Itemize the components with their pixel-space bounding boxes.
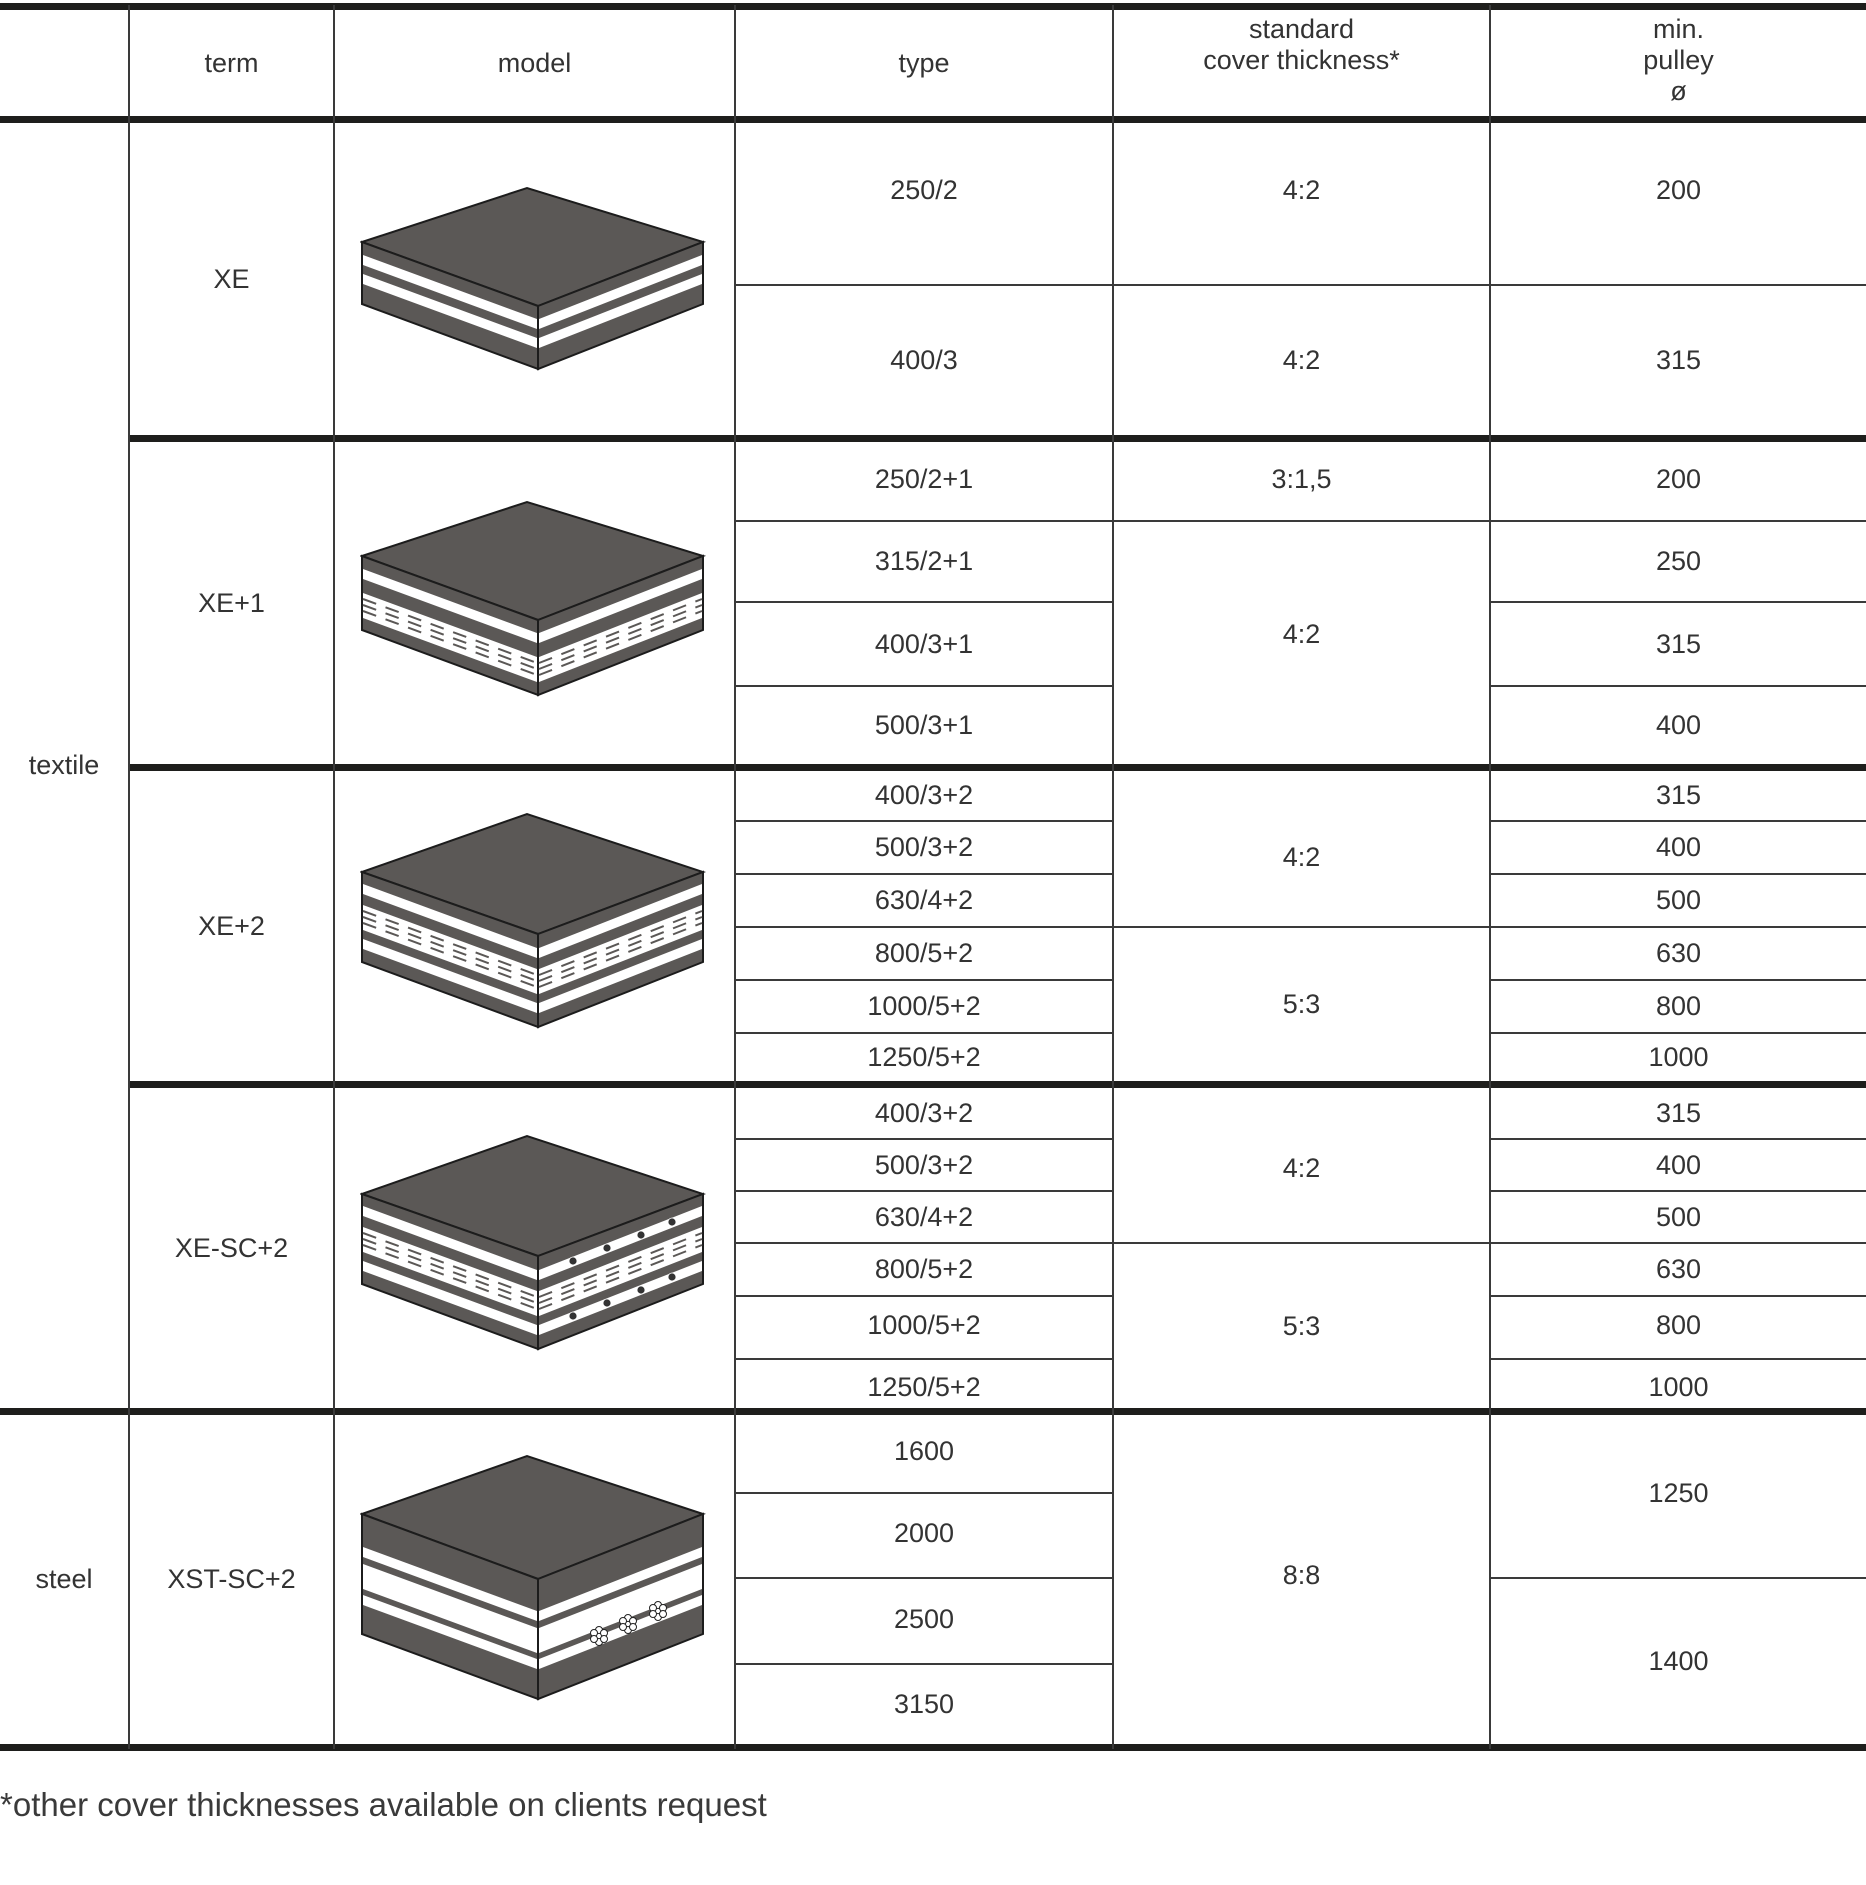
type-cell: 400/3+1 bbox=[874, 628, 974, 659]
pulley-cell: 400 bbox=[1655, 710, 1702, 740]
pulley-cell: 1000 bbox=[1648, 1042, 1709, 1072]
pulley-cell: 315 bbox=[1655, 345, 1702, 375]
header-type: type bbox=[898, 47, 950, 78]
column-divider bbox=[333, 5, 335, 1749]
pulley-cell: 400 bbox=[1655, 832, 1702, 862]
belt-ply-plus-2-breakers-icon bbox=[360, 812, 707, 1029]
header-pulley-line2: pulley bbox=[1643, 45, 1714, 75]
cover-cell: 4:2 bbox=[1282, 618, 1321, 649]
term-xe-sc-plus-2: XE-SC+2 bbox=[174, 1232, 289, 1263]
type-cell: 500/3+1 bbox=[874, 710, 974, 740]
term-xst-sc-plus-2: XST-SC+2 bbox=[167, 1564, 296, 1594]
type-cell: 500/3+2 bbox=[874, 1149, 974, 1180]
type-cell: 315/2+1 bbox=[874, 546, 974, 576]
pulley-cell: 1000 bbox=[1648, 1371, 1709, 1402]
pulley-cell: 315 bbox=[1655, 628, 1702, 659]
term-xe-plus-1: XE+1 bbox=[198, 587, 265, 618]
pulley-cell: 500 bbox=[1655, 885, 1702, 915]
cover-cell: 5:3 bbox=[1282, 1310, 1321, 1341]
belt-ply-plus-breaker-icon bbox=[360, 500, 707, 697]
pulley-cell: 315 bbox=[1655, 1097, 1702, 1128]
group-rule bbox=[129, 435, 1866, 442]
header-pulley-line1: min. bbox=[1652, 14, 1704, 44]
table-bottom-rule bbox=[0, 1744, 1866, 1751]
cover-cell: 4:2 bbox=[1282, 842, 1321, 872]
group-rule bbox=[129, 764, 1866, 771]
pulley-cell: 200 bbox=[1655, 175, 1702, 205]
header-bottom-rule bbox=[0, 116, 1866, 123]
pulley-cell: 200 bbox=[1655, 463, 1702, 494]
type-cell: 400/3+2 bbox=[874, 1097, 974, 1128]
cover-cell: 4:2 bbox=[1282, 345, 1321, 375]
type-cell: 630/4+2 bbox=[874, 885, 974, 915]
category-steel: steel bbox=[35, 1564, 93, 1594]
type-cell: 1250/5+2 bbox=[867, 1371, 981, 1402]
category-textile: textile bbox=[28, 750, 100, 780]
header-min-pulley: min. pulley ø bbox=[1491, 14, 1866, 110]
type-cell: 400/3+2 bbox=[874, 780, 974, 810]
type-cell: 2500 bbox=[893, 1603, 955, 1634]
type-cell: 3150 bbox=[893, 1689, 955, 1719]
belt-steel-cord-icon bbox=[360, 1454, 706, 1701]
type-cell: 400/3 bbox=[890, 345, 958, 375]
pulley-cell: 500 bbox=[1655, 1201, 1702, 1232]
type-cell: 800/5+2 bbox=[874, 1254, 974, 1284]
header-cover-line2: cover thickness* bbox=[1203, 45, 1400, 75]
cover-cell: 4:2 bbox=[1282, 175, 1321, 205]
cover-cell: 5:3 bbox=[1282, 989, 1321, 1019]
pulley-cell: 400 bbox=[1655, 1149, 1702, 1180]
type-cell: 1250/5+2 bbox=[867, 1042, 981, 1072]
type-cell: 800/5+2 bbox=[874, 938, 974, 968]
footnote: *other cover thicknesses available on cl… bbox=[0, 1786, 767, 1823]
cover-cell: 8:8 bbox=[1282, 1559, 1321, 1590]
header-term: term bbox=[204, 47, 259, 78]
header-cover-line1: standard bbox=[1248, 14, 1355, 44]
type-cell: 630/4+2 bbox=[874, 1201, 974, 1232]
pulley-cell: 250 bbox=[1655, 546, 1702, 576]
header-cover-thickness: standard cover thickness* bbox=[1114, 14, 1489, 75]
group-rule bbox=[129, 1081, 1866, 1088]
pulley-cell: 800 bbox=[1655, 991, 1702, 1021]
belt-2-ply-icon bbox=[360, 186, 707, 371]
table-top-rule bbox=[0, 3, 1866, 10]
pulley-cell: 1250 bbox=[1648, 1478, 1709, 1508]
cover-cell: 4:2 bbox=[1282, 1152, 1321, 1183]
type-cell: 1000/5+2 bbox=[867, 991, 981, 1021]
type-cell: 1600 bbox=[893, 1435, 955, 1466]
header-pulley-line3: ø bbox=[1670, 76, 1687, 106]
header-model: model bbox=[497, 47, 572, 78]
type-cell: 500/3+2 bbox=[874, 832, 974, 862]
term-xe-plus-2: XE+2 bbox=[198, 910, 265, 941]
belt-ply-steel-cord-breakers-icon bbox=[360, 1134, 707, 1351]
pulley-cell: 630 bbox=[1655, 938, 1702, 968]
term-xe: XE bbox=[213, 263, 250, 294]
type-cell: 250/2 bbox=[890, 175, 958, 205]
pulley-cell: 630 bbox=[1655, 1254, 1702, 1284]
pulley-cell: 800 bbox=[1655, 1309, 1702, 1340]
pulley-cell: 1400 bbox=[1648, 1646, 1709, 1676]
cover-cell: 3:1,5 bbox=[1271, 463, 1332, 494]
pulley-cell: 315 bbox=[1655, 780, 1702, 810]
type-cell: 1000/5+2 bbox=[867, 1309, 981, 1340]
type-cell: 2000 bbox=[893, 1517, 955, 1548]
type-cell: 250/2+1 bbox=[874, 463, 974, 494]
